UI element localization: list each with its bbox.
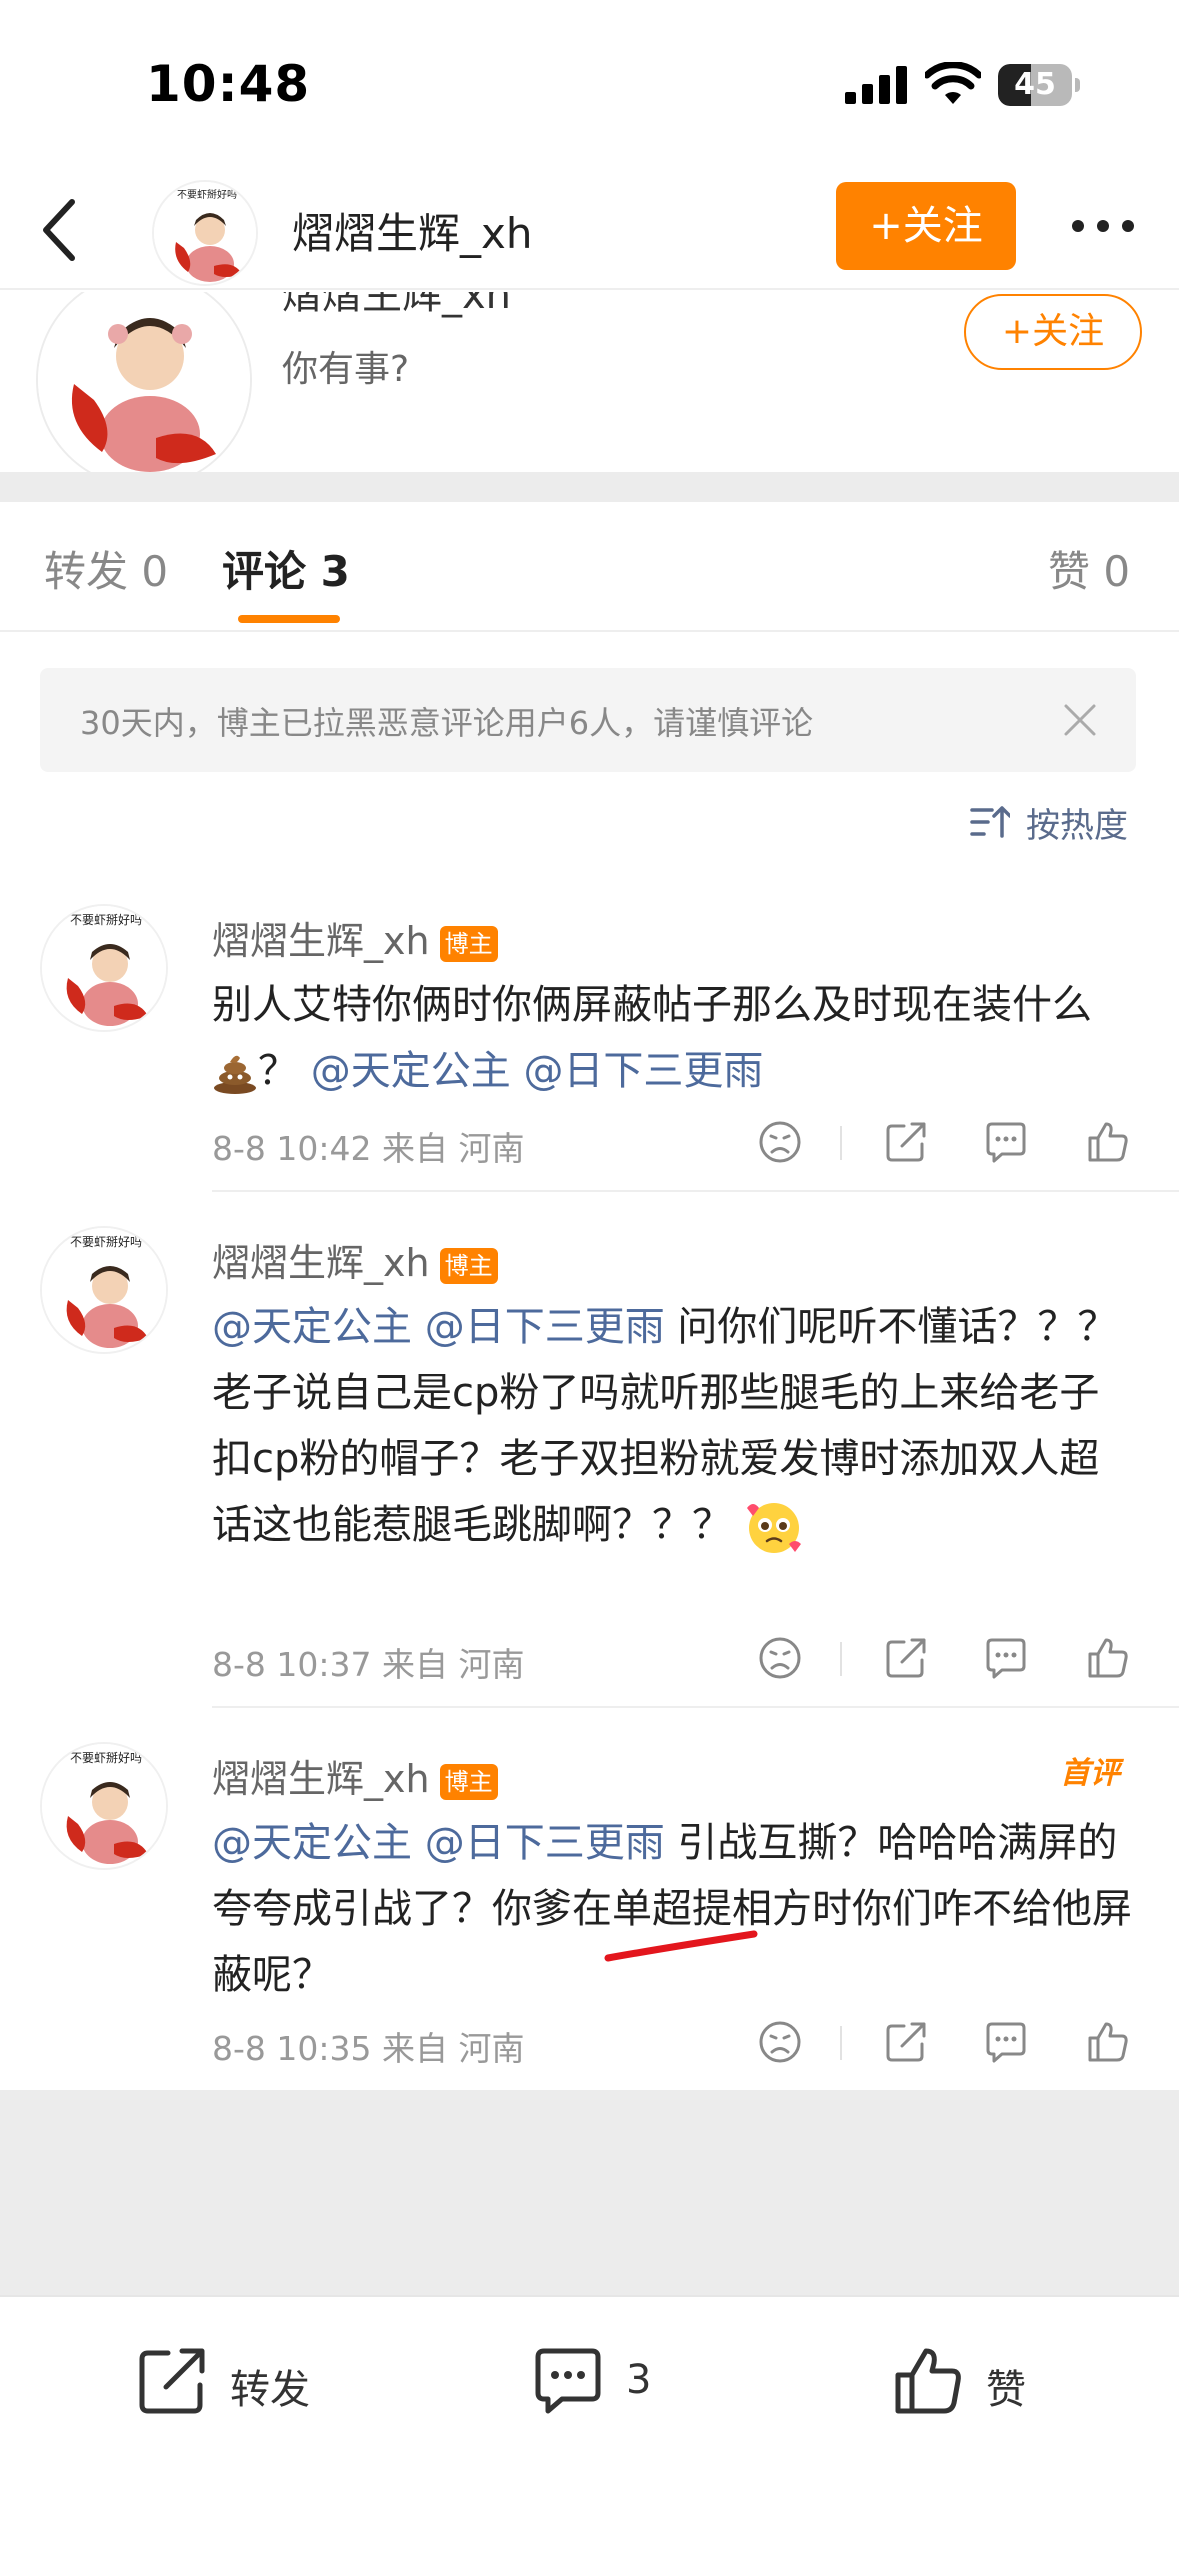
post-author-desc: 你有事? — [282, 349, 410, 390]
divider — [840, 1642, 842, 1676]
repost-icon — [139, 2348, 205, 2414]
share-icon[interactable] — [882, 1118, 930, 1166]
comment-avatar[interactable]: 不要虾掰好吗 — [40, 904, 168, 1032]
battery-icon: 45 — [998, 64, 1080, 106]
nav-title: 熠熠生辉_xh — [292, 209, 533, 258]
svg-text:不要虾掰好吗: 不要虾掰好吗 — [177, 188, 237, 201]
battery-level: 45 — [1014, 67, 1056, 102]
reply-icon[interactable] — [982, 1634, 1030, 1682]
tab-active-indicator — [238, 615, 340, 623]
notice-text: 30天内，博主已拉黑恶意评论用户6人，请谨慎评论 — [80, 704, 814, 742]
post-author-avatar[interactable] — [36, 292, 252, 472]
like-button[interactable]: 赞 — [890, 2335, 1070, 2425]
comment-author[interactable]: 熠熠生辉_xh 博主 — [212, 1748, 498, 1803]
status-time: 10:48 — [146, 55, 311, 113]
avatar-image: 不要虾掰好吗 — [42, 1744, 166, 1868]
comment-meta: 8-8 10:35 来自 河南 — [212, 2029, 525, 2068]
comment-text: @天定公主 @日下三更雨 引战互撕？哈哈哈满屏的夸夸成引战了？你爹在单超提相方时… — [212, 1820, 1132, 1998]
comment-text: @天定公主 @日下三更雨 问你们呢听不懂话？？？ 老子说自己是cp粉了吗就听那些… — [212, 1294, 1132, 1558]
mention-link[interactable]: @日下三更雨 — [425, 1820, 665, 1866]
nav-follow-button[interactable]: +关注 — [836, 182, 1016, 270]
like-icon[interactable] — [1084, 1634, 1132, 1682]
avatar-image: 不要虾掰好吗 — [154, 182, 256, 284]
svg-text:不要虾掰好吗: 不要虾掰好吗 — [70, 1751, 142, 1765]
share-icon[interactable] — [882, 2018, 930, 2066]
comment-author[interactable]: 熠熠生辉_xh 博主 — [212, 1232, 498, 1287]
nav-bar: 不要虾掰好吗 熠熠生辉_xh +关注 — [0, 170, 1179, 290]
sort-label: 按热度 — [1026, 806, 1128, 846]
like-icon[interactable] — [1084, 2018, 1132, 2066]
tab-likes[interactable]: 赞 0 — [1048, 538, 1130, 599]
avatar-image: 不要虾掰好吗 — [42, 906, 166, 1030]
like-icon[interactable] — [1084, 1118, 1132, 1166]
comment-item: 不要虾掰好吗 熠熠生辉_xh 博主 别人艾特你俩时你俩屏蔽帖子那么及时现在装什么 … — [0, 900, 1179, 1192]
empty-area — [0, 2090, 1179, 2295]
post-follow-button[interactable]: +关注 — [964, 294, 1142, 370]
avatar-image — [38, 292, 250, 472]
section-divider — [0, 472, 1179, 502]
comment-avatar[interactable]: 不要虾掰好吗 — [40, 1226, 168, 1354]
post-header: 熠熠生辉_xh 你有事? +关注 — [0, 292, 1179, 472]
like-icon — [895, 2348, 961, 2414]
repost-button[interactable]: 转发 — [134, 2335, 354, 2425]
comment-meta: 8-8 10:37 来自 河南 — [212, 1645, 525, 1684]
comment-meta: 8-8 10:42 来自 河南 — [212, 1129, 525, 1168]
dislike-icon[interactable] — [756, 1634, 804, 1682]
bottom-action-bar: 转发 3 赞 — [0, 2295, 1179, 2556]
svg-text:不要虾掰好吗: 不要虾掰好吗 — [70, 913, 142, 927]
repost-label: 转发 — [230, 2367, 310, 2413]
block-notice: 30天内，博主已拉黑恶意评论用户6人，请谨慎评论 — [40, 668, 1136, 772]
mention-link[interactable]: @日下三更雨 — [523, 1048, 763, 1094]
mention-link[interactable]: @天定公主 — [212, 1820, 412, 1866]
comment-item: 不要虾掰好吗 熠熠生辉_xh 博主 首评 @天定公主 @日下三更雨 引战互撕？哈哈… — [0, 1738, 1179, 2090]
tabs: 转发 0 评论 3 赞 0 — [0, 502, 1179, 632]
mention-link[interactable]: @日下三更雨 — [425, 1304, 665, 1350]
comment-button[interactable]: 3 — [530, 2335, 710, 2425]
poop-emoji-icon — [214, 1055, 256, 1094]
comment-avatar[interactable]: 不要虾掰好吗 — [40, 1742, 168, 1870]
comment-count: 3 — [626, 2357, 652, 2403]
red-underline-mark — [604, 1930, 758, 1962]
tab-comments[interactable]: 评论 3 — [222, 538, 350, 599]
sort-icon — [970, 806, 1010, 838]
status-bar: 10:48 45 — [0, 0, 1179, 170]
dislike-icon[interactable] — [756, 2018, 804, 2066]
post-author-name[interactable]: 熠熠生辉_xh — [282, 292, 511, 320]
comment-author[interactable]: 熠熠生辉_xh 博主 — [212, 910, 498, 965]
wifi-icon — [925, 62, 981, 104]
first-comment-badge: 首评 — [1060, 1756, 1120, 1791]
comment-item: 不要虾掰好吗 熠熠生辉_xh 博主 @天定公主 @日下三更雨 问你们呢听不懂话？？… — [0, 1222, 1179, 1708]
divider — [840, 1126, 842, 1160]
mention-link[interactable]: @天定公主 — [311, 1048, 511, 1094]
tab-repost[interactable]: 转发 0 — [44, 538, 168, 599]
comment-actions — [756, 1634, 1156, 1684]
author-badge: 博主 — [439, 925, 498, 962]
avatar-image: 不要虾掰好吗 — [42, 1228, 166, 1352]
svg-text:不要虾掰好吗: 不要虾掰好吗 — [70, 1235, 142, 1249]
comment-author-name[interactable]: 熠熠生辉_xh — [212, 919, 430, 963]
comment-author-name[interactable]: 熠熠生辉_xh — [212, 1241, 430, 1285]
pleading-face-emoji-icon — [746, 1503, 801, 1553]
more-icon[interactable] — [1068, 216, 1138, 236]
comment-divider — [212, 1190, 1179, 1192]
comment-icon — [535, 2348, 601, 2414]
author-badge: 博主 — [439, 1763, 498, 1800]
author-badge: 博主 — [439, 1247, 498, 1284]
close-icon[interactable] — [1062, 702, 1098, 738]
like-label: 赞 — [986, 2367, 1026, 2413]
reply-icon[interactable] — [982, 2018, 1030, 2066]
mention-link[interactable]: @天定公主 — [212, 1304, 412, 1350]
reply-icon[interactable] — [982, 1118, 1030, 1166]
comment-text: 别人艾特你俩时你俩屏蔽帖子那么及时现在装什么 ？ @天定公主 @日下三更雨 — [212, 982, 1092, 1094]
divider — [840, 2026, 842, 2060]
dislike-icon[interactable] — [756, 1118, 804, 1166]
comment-author-name[interactable]: 熠熠生辉_xh — [212, 1757, 430, 1801]
signal-icon — [845, 66, 907, 104]
share-icon[interactable] — [882, 1634, 930, 1682]
comment-divider — [212, 1706, 1179, 1708]
comment-actions — [756, 1118, 1156, 1168]
nav-avatar[interactable]: 不要虾掰好吗 — [152, 180, 258, 286]
back-icon[interactable] — [30, 190, 90, 270]
comment-actions — [756, 2018, 1156, 2068]
